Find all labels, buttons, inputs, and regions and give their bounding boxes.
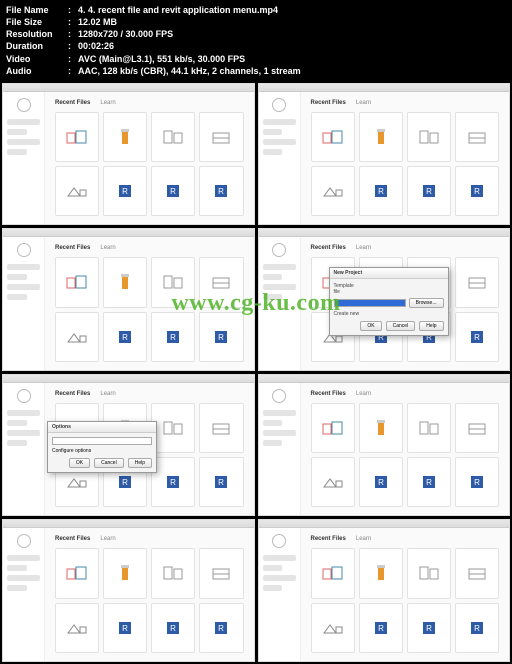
- svg-text:R: R: [426, 478, 432, 487]
- tile-struct-template[interactable]: R: [151, 166, 195, 216]
- svg-text:R: R: [170, 624, 176, 633]
- back-icon[interactable]: [17, 98, 31, 112]
- cancel-button[interactable]: Cancel: [386, 321, 416, 331]
- frame-5: Recent FilesLearn R R R Options Configur…: [2, 374, 255, 517]
- svg-text:R: R: [122, 187, 128, 196]
- filename-value: 4. 4. recent file and revit application …: [78, 4, 278, 16]
- browse-button[interactable]: Browse...: [409, 298, 444, 308]
- filename-label: File Name: [6, 4, 68, 16]
- cancel-button[interactable]: Cancel: [94, 458, 124, 468]
- frame-1: Recent Files Learn R R R: [2, 83, 255, 226]
- svg-text:R: R: [170, 478, 176, 487]
- ok-button[interactable]: OK: [360, 321, 381, 331]
- svg-text:R: R: [378, 478, 384, 487]
- sidebar-item[interactable]: [7, 149, 27, 155]
- dialog-title: Options: [48, 422, 156, 433]
- help-button[interactable]: Help: [419, 321, 443, 331]
- duration-value: 00:02:26: [78, 40, 114, 52]
- media-info-block: File Name:4. 4. recent file and revit ap…: [0, 0, 512, 81]
- thumbnail-grid: Recent Files Learn R R R: [0, 81, 512, 664]
- help-button[interactable]: Help: [128, 458, 152, 468]
- tile-mech-template[interactable]: R: [199, 166, 243, 216]
- audio-label: Audio: [6, 65, 68, 77]
- frame-2: Recent FilesLearn R R R: [258, 83, 511, 226]
- tile-sample-struct[interactable]: [103, 112, 147, 162]
- svg-text:R: R: [378, 624, 384, 633]
- svg-text:R: R: [474, 187, 480, 196]
- svg-text:R: R: [378, 187, 384, 196]
- ok-button[interactable]: OK: [69, 458, 90, 468]
- options-dialog: Options Configure options OK Cancel Help: [47, 421, 157, 473]
- filesize-value: 12.02 MB: [78, 16, 117, 28]
- resolution-value: 1280x720 / 30.000 FPS: [78, 28, 173, 40]
- svg-text:R: R: [474, 333, 480, 342]
- tile-urban-house[interactable]: [55, 166, 99, 216]
- filesize-label: File Size: [6, 16, 68, 28]
- svg-text:R: R: [426, 187, 432, 196]
- duration-label: Duration: [6, 40, 68, 52]
- frame-8: Recent FilesLearn R R R: [258, 519, 511, 662]
- recent-tiles: R R R: [55, 112, 244, 217]
- new-project-dialog: New Project Template file Browse... Crea…: [329, 267, 449, 336]
- app-titlebar: [3, 84, 254, 92]
- svg-text:R: R: [170, 333, 176, 342]
- sidebar-item[interactable]: [7, 129, 27, 135]
- svg-text:R: R: [426, 624, 432, 633]
- audio-value: AAC, 128 kb/s (CBR), 44.1 kHz, 2 channel…: [78, 65, 301, 77]
- svg-text:R: R: [219, 624, 225, 633]
- svg-text:R: R: [122, 624, 128, 633]
- svg-text:R: R: [122, 333, 128, 342]
- sidebar: [3, 92, 45, 225]
- svg-text:R: R: [219, 333, 225, 342]
- tile-construction[interactable]: R: [103, 166, 147, 216]
- svg-text:R: R: [170, 187, 176, 196]
- svg-text:R: R: [219, 187, 225, 196]
- video-label: Video: [6, 53, 68, 65]
- svg-text:R: R: [474, 624, 480, 633]
- frame-7: Recent FilesLearn R R R: [2, 519, 255, 662]
- svg-text:R: R: [474, 478, 480, 487]
- frame-6: Recent FilesLearn R R R: [258, 374, 511, 517]
- tile-sample-systems[interactable]: [151, 112, 195, 162]
- tile-sample-arch[interactable]: [55, 112, 99, 162]
- resolution-label: Resolution: [6, 28, 68, 40]
- tab-learn[interactable]: Learn: [100, 100, 115, 106]
- dialog-title: New Project: [330, 268, 448, 279]
- tile-sample-family[interactable]: [199, 112, 243, 162]
- video-value: AVC (Main@L3.1), 551 kb/s, 30.000 FPS: [78, 53, 245, 65]
- sidebar-item[interactable]: [7, 139, 40, 145]
- frame-3: Recent FilesLearn R R R: [2, 228, 255, 371]
- template-dropdown[interactable]: [334, 299, 406, 307]
- frame-4: Recent FilesLearn R R R New Project Temp…: [258, 228, 511, 371]
- svg-text:R: R: [122, 478, 128, 487]
- sidebar-item[interactable]: [7, 119, 40, 125]
- tab-recent-files[interactable]: Recent Files: [55, 100, 90, 106]
- svg-text:R: R: [219, 478, 225, 487]
